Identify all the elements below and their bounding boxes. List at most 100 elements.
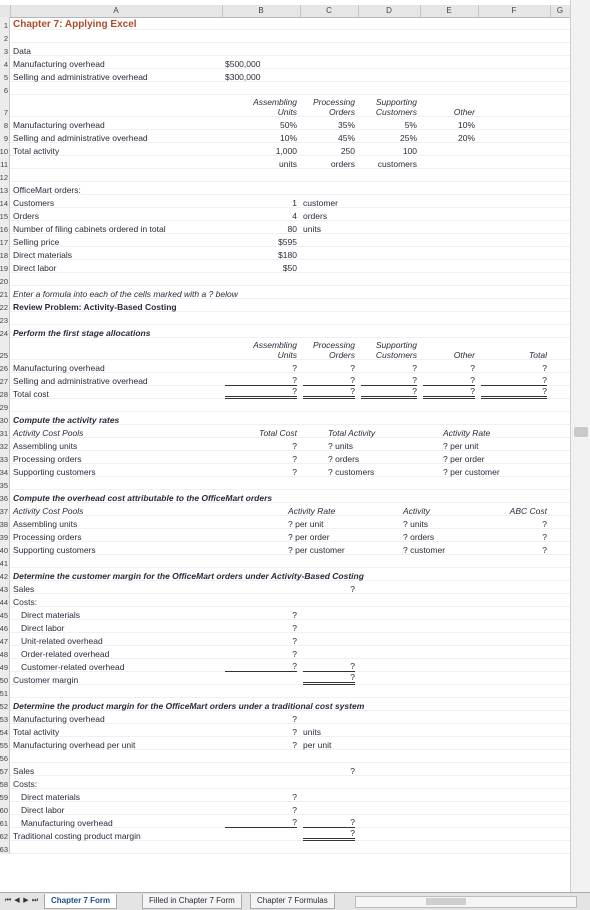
row-header[interactable]: 45: [0, 607, 10, 620]
cell-d26[interactable]: ?: [361, 363, 417, 373]
cell-c54[interactable]: units: [303, 727, 321, 737]
row-header[interactable]: 33: [0, 451, 10, 464]
prev-sheet-icon[interactable]: ◀: [13, 896, 21, 906]
cell-a45[interactable]: Direct materials: [21, 610, 80, 620]
column-header-d[interactable]: D: [358, 5, 421, 17]
cell-a9[interactable]: Selling and administrative overhead: [13, 133, 148, 143]
cell-c57[interactable]: ?: [303, 766, 355, 776]
cell-c28[interactable]: ?: [303, 386, 355, 399]
cell-a42[interactable]: Determine the customer margin for the Of…: [13, 571, 364, 581]
row-header[interactable]: 37: [0, 503, 10, 516]
column-header-f[interactable]: F: [478, 5, 551, 17]
cell-f39[interactable]: ?: [481, 532, 547, 542]
cell-f26[interactable]: ?: [481, 363, 547, 373]
row-header[interactable]: 21: [0, 286, 10, 299]
cell-c8[interactable]: 35%: [303, 120, 355, 130]
cell-f37[interactable]: ABC Cost: [481, 506, 547, 516]
cell-de39[interactable]: ? orders: [403, 532, 434, 542]
cell-a40[interactable]: Supporting customers: [13, 545, 96, 555]
cell-a14[interactable]: Customers: [13, 198, 54, 208]
cell-b46[interactable]: ?: [225, 623, 297, 633]
cell-a36[interactable]: Compute the overhead cost attributable t…: [13, 493, 272, 503]
row-header[interactable]: 42: [0, 568, 10, 581]
cell-a43[interactable]: Sales: [13, 584, 34, 594]
cell-bc38[interactable]: ? per unit: [288, 519, 323, 529]
cell-a15[interactable]: Orders: [13, 211, 39, 221]
cell-b16[interactable]: 80: [225, 224, 297, 234]
horizontal-scrollbar[interactable]: [355, 896, 577, 908]
cell-a17[interactable]: Selling price: [13, 237, 59, 247]
cell-b55[interactable]: ?: [225, 740, 297, 750]
cell-a32[interactable]: Assembling units: [13, 441, 77, 451]
cell-cd34[interactable]: ? customers: [328, 467, 374, 477]
cell-b61[interactable]: ?: [225, 817, 297, 828]
row-header[interactable]: 43: [0, 581, 10, 594]
cell-c55[interactable]: per unit: [303, 740, 331, 750]
row-header[interactable]: 52: [0, 698, 10, 711]
cell-c14[interactable]: customer: [303, 198, 338, 208]
cell-de38[interactable]: ? units: [403, 519, 428, 529]
row-header[interactable]: 58: [0, 776, 10, 789]
cell-cd32[interactable]: ? units: [328, 441, 353, 451]
vertical-scrollbar[interactable]: [570, 0, 590, 892]
row-header[interactable]: 6: [0, 82, 10, 95]
row-header[interactable]: 8: [0, 117, 10, 130]
cell-bc37[interactable]: Activity Rate: [288, 506, 335, 516]
row-header[interactable]: 36: [0, 490, 10, 503]
cell-a31[interactable]: Activity Cost Pools: [13, 428, 83, 438]
cell-e26[interactable]: ?: [423, 363, 475, 373]
cell-de40[interactable]: ? customer: [403, 545, 445, 555]
row-header[interactable]: 59: [0, 789, 10, 802]
row-header[interactable]: 3: [0, 43, 10, 56]
cell-c62[interactable]: ?: [303, 828, 355, 841]
row-header[interactable]: 54: [0, 724, 10, 737]
cell-b31[interactable]: Total Cost: [225, 428, 297, 438]
cell-b59[interactable]: ?: [225, 792, 297, 802]
last-sheet-icon[interactable]: ⏭: [31, 896, 39, 906]
cell-b53[interactable]: ?: [225, 714, 297, 724]
next-sheet-icon[interactable]: ▶: [22, 896, 30, 906]
row-header[interactable]: 7: [0, 95, 10, 117]
cell-f28[interactable]: ?: [481, 386, 547, 399]
cell-b28[interactable]: ?: [225, 386, 297, 399]
cell-b19[interactable]: $50: [225, 263, 297, 273]
cell-b48[interactable]: ?: [225, 649, 297, 659]
cell-a30[interactable]: Compute the activity rates: [13, 415, 119, 425]
cell-a54[interactable]: Total activity: [13, 727, 59, 737]
cell-bc39[interactable]: ? per order: [288, 532, 330, 542]
cell-b32[interactable]: ?: [225, 441, 297, 451]
row-header[interactable]: 55: [0, 737, 10, 750]
cell-e9[interactable]: 20%: [423, 133, 475, 143]
row-header[interactable]: 40: [0, 542, 10, 555]
row-header[interactable]: 23: [0, 312, 10, 325]
cell-b9[interactable]: 10%: [225, 133, 297, 143]
cell-a38[interactable]: Assembling units: [13, 519, 77, 529]
cell-b11[interactable]: units: [225, 159, 297, 169]
row-header[interactable]: 17: [0, 234, 10, 247]
row-header[interactable]: 46: [0, 620, 10, 633]
cell-a18[interactable]: Direct materials: [13, 250, 72, 260]
cell-b47[interactable]: ?: [225, 636, 297, 646]
cell-d9[interactable]: 25%: [361, 133, 417, 143]
cell-c49[interactable]: ?: [303, 661, 355, 672]
cell-a34[interactable]: Supporting customers: [13, 467, 96, 477]
cell-ef32[interactable]: ? per unit: [443, 441, 478, 451]
row-header[interactable]: 32: [0, 438, 10, 451]
cell-b8[interactable]: 50%: [225, 120, 297, 130]
cell-b60[interactable]: ?: [225, 805, 297, 815]
cell-b33[interactable]: ?: [225, 454, 297, 464]
cell-d27[interactable]: ?: [361, 375, 417, 386]
row-header[interactable]: 62: [0, 828, 10, 841]
cell-a44[interactable]: Costs:: [13, 597, 37, 607]
row-header[interactable]: 25: [0, 338, 10, 360]
cell-a52[interactable]: Determine the product margin for the Off…: [13, 701, 364, 711]
cell-e27[interactable]: ?: [423, 375, 475, 386]
row-header[interactable]: 16: [0, 221, 10, 234]
cell-e25[interactable]: Other: [423, 350, 475, 360]
cell-a8[interactable]: Manufacturing overhead: [13, 120, 105, 130]
row-header[interactable]: 50: [0, 672, 10, 685]
row-header[interactable]: 14: [0, 195, 10, 208]
cell-f38[interactable]: ?: [481, 519, 547, 529]
cell-a48[interactable]: Order-related overhead: [21, 649, 109, 659]
cell-de37[interactable]: Activity: [403, 506, 430, 516]
